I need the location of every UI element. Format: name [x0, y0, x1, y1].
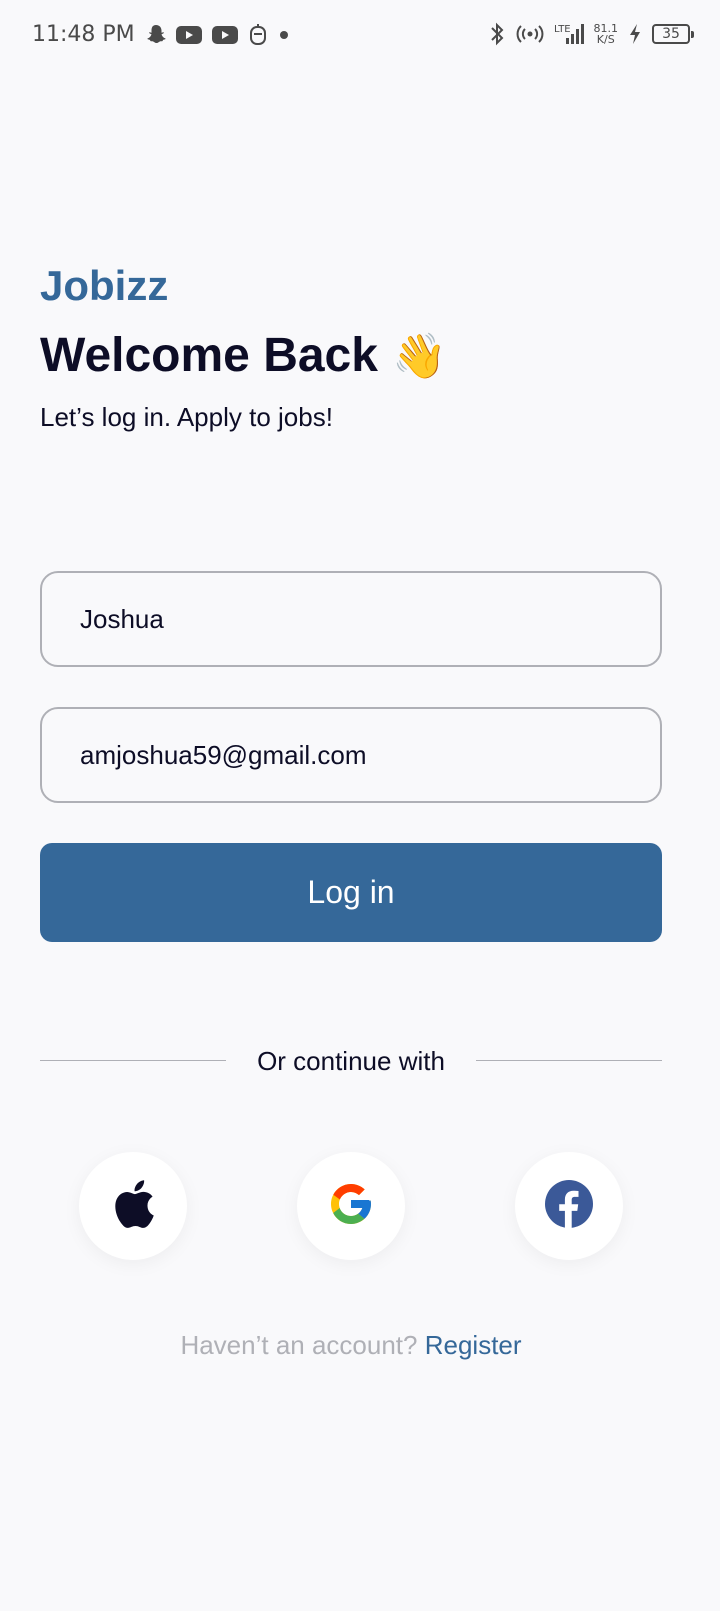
youtube-icon: [176, 25, 202, 45]
signal-icon: LTE: [554, 22, 584, 46]
social-divider: Or continue with: [40, 1040, 662, 1084]
hotspot-icon: [516, 23, 544, 45]
notification-icons: [146, 24, 290, 46]
waving-hand-emoji: 👋: [391, 331, 447, 381]
page-title-text: Welcome Back: [40, 329, 378, 382]
page-title: Welcome Back 👋: [40, 328, 447, 383]
register-link[interactable]: Register: [425, 1330, 522, 1360]
register-prompt: Haven’t an account?: [180, 1330, 425, 1360]
youtube-icon: [212, 25, 238, 45]
divider-text: Or continue with: [257, 1046, 445, 1076]
facebook-icon: [545, 1179, 593, 1233]
name-input[interactable]: [40, 571, 662, 667]
app-brand: Jobizz: [40, 262, 169, 309]
network-speed-unit: K/S: [596, 33, 615, 46]
svg-text:LTE: LTE: [554, 24, 571, 35]
page-subtitle: Let’s log in. Apply to jobs!: [40, 402, 333, 432]
email-input[interactable]: [40, 707, 662, 803]
system-icons: LTE 81.1 K/S 35: [488, 22, 694, 46]
apple-login-button[interactable]: [79, 1152, 187, 1260]
network-speed: 81.1 K/S: [594, 23, 619, 45]
status-time: 11:48 PM: [32, 22, 135, 47]
facebook-login-button[interactable]: [515, 1152, 623, 1260]
google-login-button[interactable]: [297, 1152, 405, 1260]
battery-indicator: 35: [652, 24, 694, 44]
snapchat-icon: [146, 24, 166, 46]
app-notification-icon: [248, 24, 268, 46]
status-bar: 11:48 PM LTE 81.1 K/S 35: [0, 0, 720, 72]
google-icon: [327, 1180, 375, 1233]
login-button[interactable]: Log in: [40, 843, 662, 942]
divider-line-right: [476, 1060, 662, 1061]
charging-icon: [628, 23, 642, 45]
bluetooth-icon: [488, 22, 506, 46]
more-notifications-icon: [278, 29, 290, 41]
register-row: Haven’t an account? Register: [0, 1330, 702, 1361]
apple-icon: [111, 1178, 155, 1235]
